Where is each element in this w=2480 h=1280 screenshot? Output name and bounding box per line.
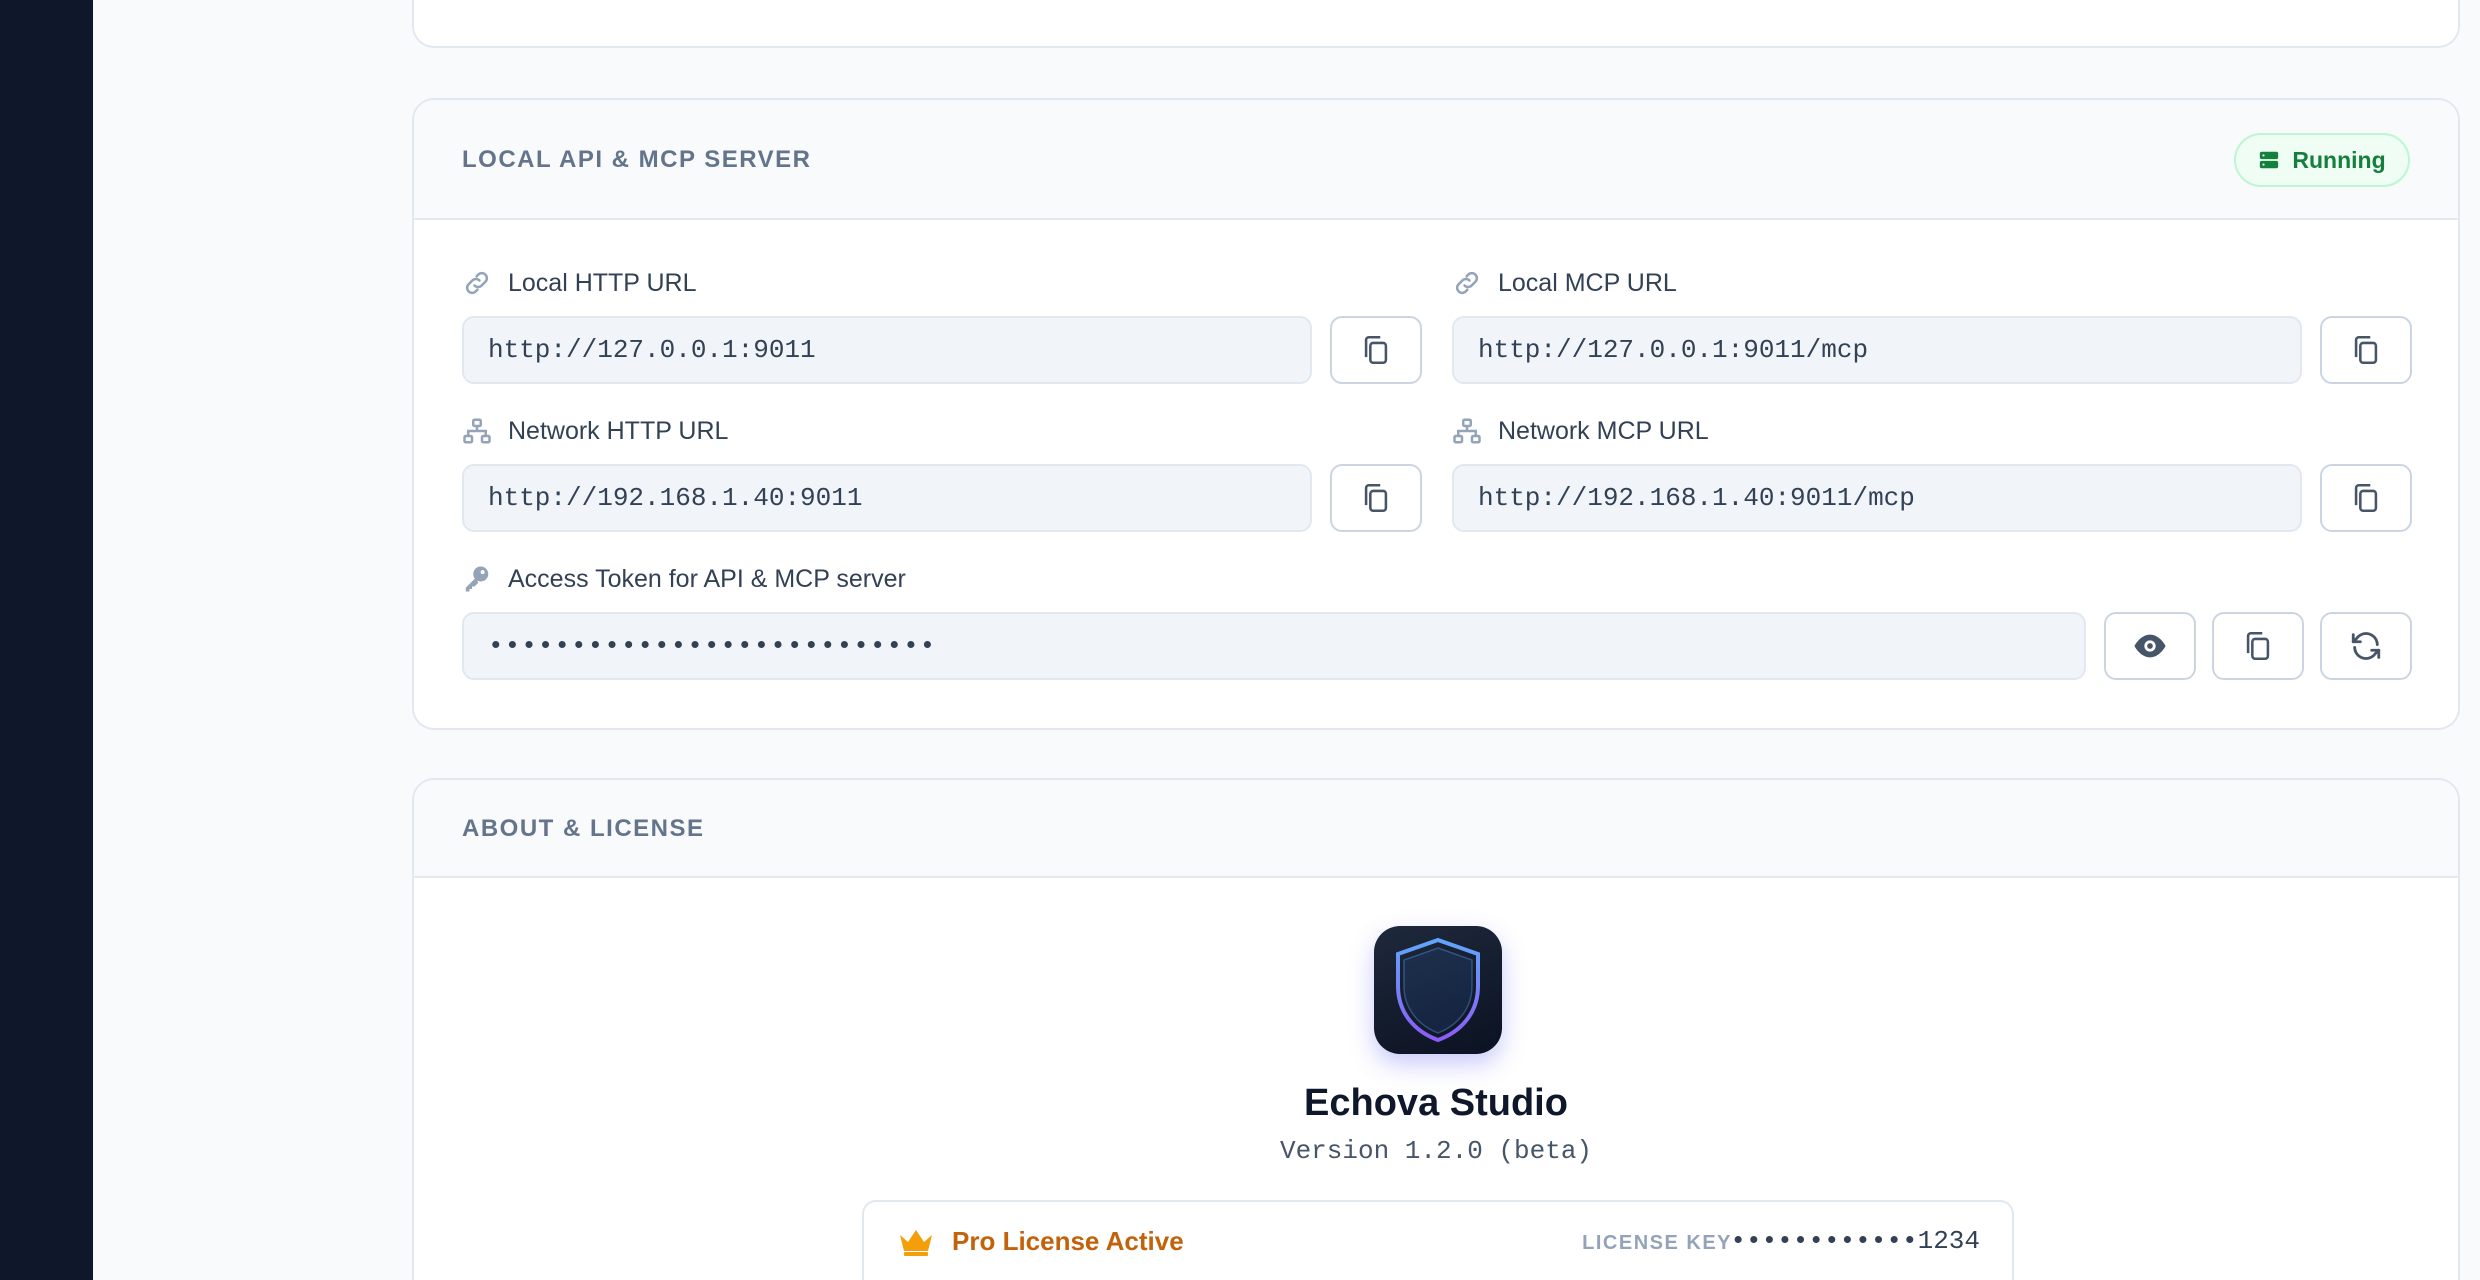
refresh-icon	[2351, 632, 2381, 660]
shield-waveform-icon	[1396, 937, 1480, 1043]
local-http-url-field[interactable]: http://127.0.0.1:9011	[462, 316, 1312, 384]
copy-network-mcp-button[interactable]	[2320, 464, 2412, 532]
section-title: LOCAL API & MCP SERVER	[462, 146, 812, 173]
copy-local-http-button[interactable]	[1330, 316, 1422, 384]
regenerate-token-button[interactable]	[2320, 612, 2412, 680]
copy-local-mcp-button[interactable]	[2320, 316, 2412, 384]
network-mcp-url-field[interactable]: http://192.168.1.40:9011/mcp	[1452, 464, 2302, 532]
crown-icon	[900, 1229, 932, 1256]
local-mcp-label-text: Local MCP URL	[1498, 268, 1677, 297]
app-name: Echova Studio	[1304, 1082, 1568, 1124]
about-card-header: ABOUT & LICENSE	[414, 780, 2458, 878]
access-token-field[interactable]: •••••••••••••••••••••••••••	[462, 612, 2086, 680]
key-icon	[465, 566, 489, 592]
app-sidebar	[0, 0, 93, 1280]
license-status-text: Pro License Active	[952, 1226, 1184, 1256]
app-logo	[1374, 926, 1502, 1054]
link-icon	[1455, 271, 1479, 295]
about-license-card: ABOUT & LICENSE Echova Studio Version 1.…	[412, 778, 2460, 1280]
api-server-card-header: LOCAL API & MCP SERVER Running	[414, 100, 2458, 220]
license-panel: Pro License Active LICENSE KEY •••••••••…	[862, 1200, 2014, 1280]
network-icon	[463, 418, 491, 444]
local-mcp-label: Local MCP URL	[1452, 268, 1677, 298]
copy-token-button[interactable]	[2212, 612, 2304, 680]
network-http-label: Network HTTP URL	[462, 416, 728, 446]
server-icon	[2260, 151, 2279, 169]
link-icon	[465, 271, 489, 295]
api-server-card: LOCAL API & MCP SERVER Running Local HTT…	[412, 98, 2460, 730]
copy-icon	[2354, 483, 2378, 513]
local-mcp-url-field[interactable]: http://127.0.0.1:9011/mcp	[1452, 316, 2302, 384]
access-token-label: Access Token for API & MCP server	[462, 564, 906, 594]
network-mcp-label: Network MCP URL	[1452, 416, 1709, 446]
app-version: Version 1.2.0 (beta)	[1279, 1136, 1593, 1166]
network-http-url-field[interactable]: http://192.168.1.40:9011	[462, 464, 1312, 532]
server-status-badge: Running	[2234, 133, 2410, 187]
local-http-label-text: Local HTTP URL	[508, 268, 697, 297]
eye-icon	[2134, 634, 2166, 658]
license-status: Pro License Active	[898, 1226, 1184, 1257]
network-mcp-label-text: Network MCP URL	[1498, 416, 1709, 445]
copy-icon	[1364, 335, 1388, 365]
license-key-value: ••••••••••••1234	[1730, 1226, 1980, 1256]
copy-icon	[2246, 631, 2270, 661]
show-token-button[interactable]	[2104, 612, 2196, 680]
license-key-label: LICENSE KEY	[1582, 1232, 1732, 1254]
server-status-text: Running	[2292, 146, 2386, 173]
local-http-label: Local HTTP URL	[462, 268, 697, 298]
network-http-label-text: Network HTTP URL	[508, 416, 729, 445]
network-icon	[1453, 418, 1481, 444]
access-token-label-text: Access Token for API & MCP server	[508, 564, 906, 593]
copy-network-http-button[interactable]	[1330, 464, 1422, 532]
copy-icon	[2354, 335, 2378, 365]
copy-icon	[1364, 483, 1388, 513]
previous-settings-card	[412, 0, 2460, 48]
section-title: ABOUT & LICENSE	[462, 815, 705, 842]
